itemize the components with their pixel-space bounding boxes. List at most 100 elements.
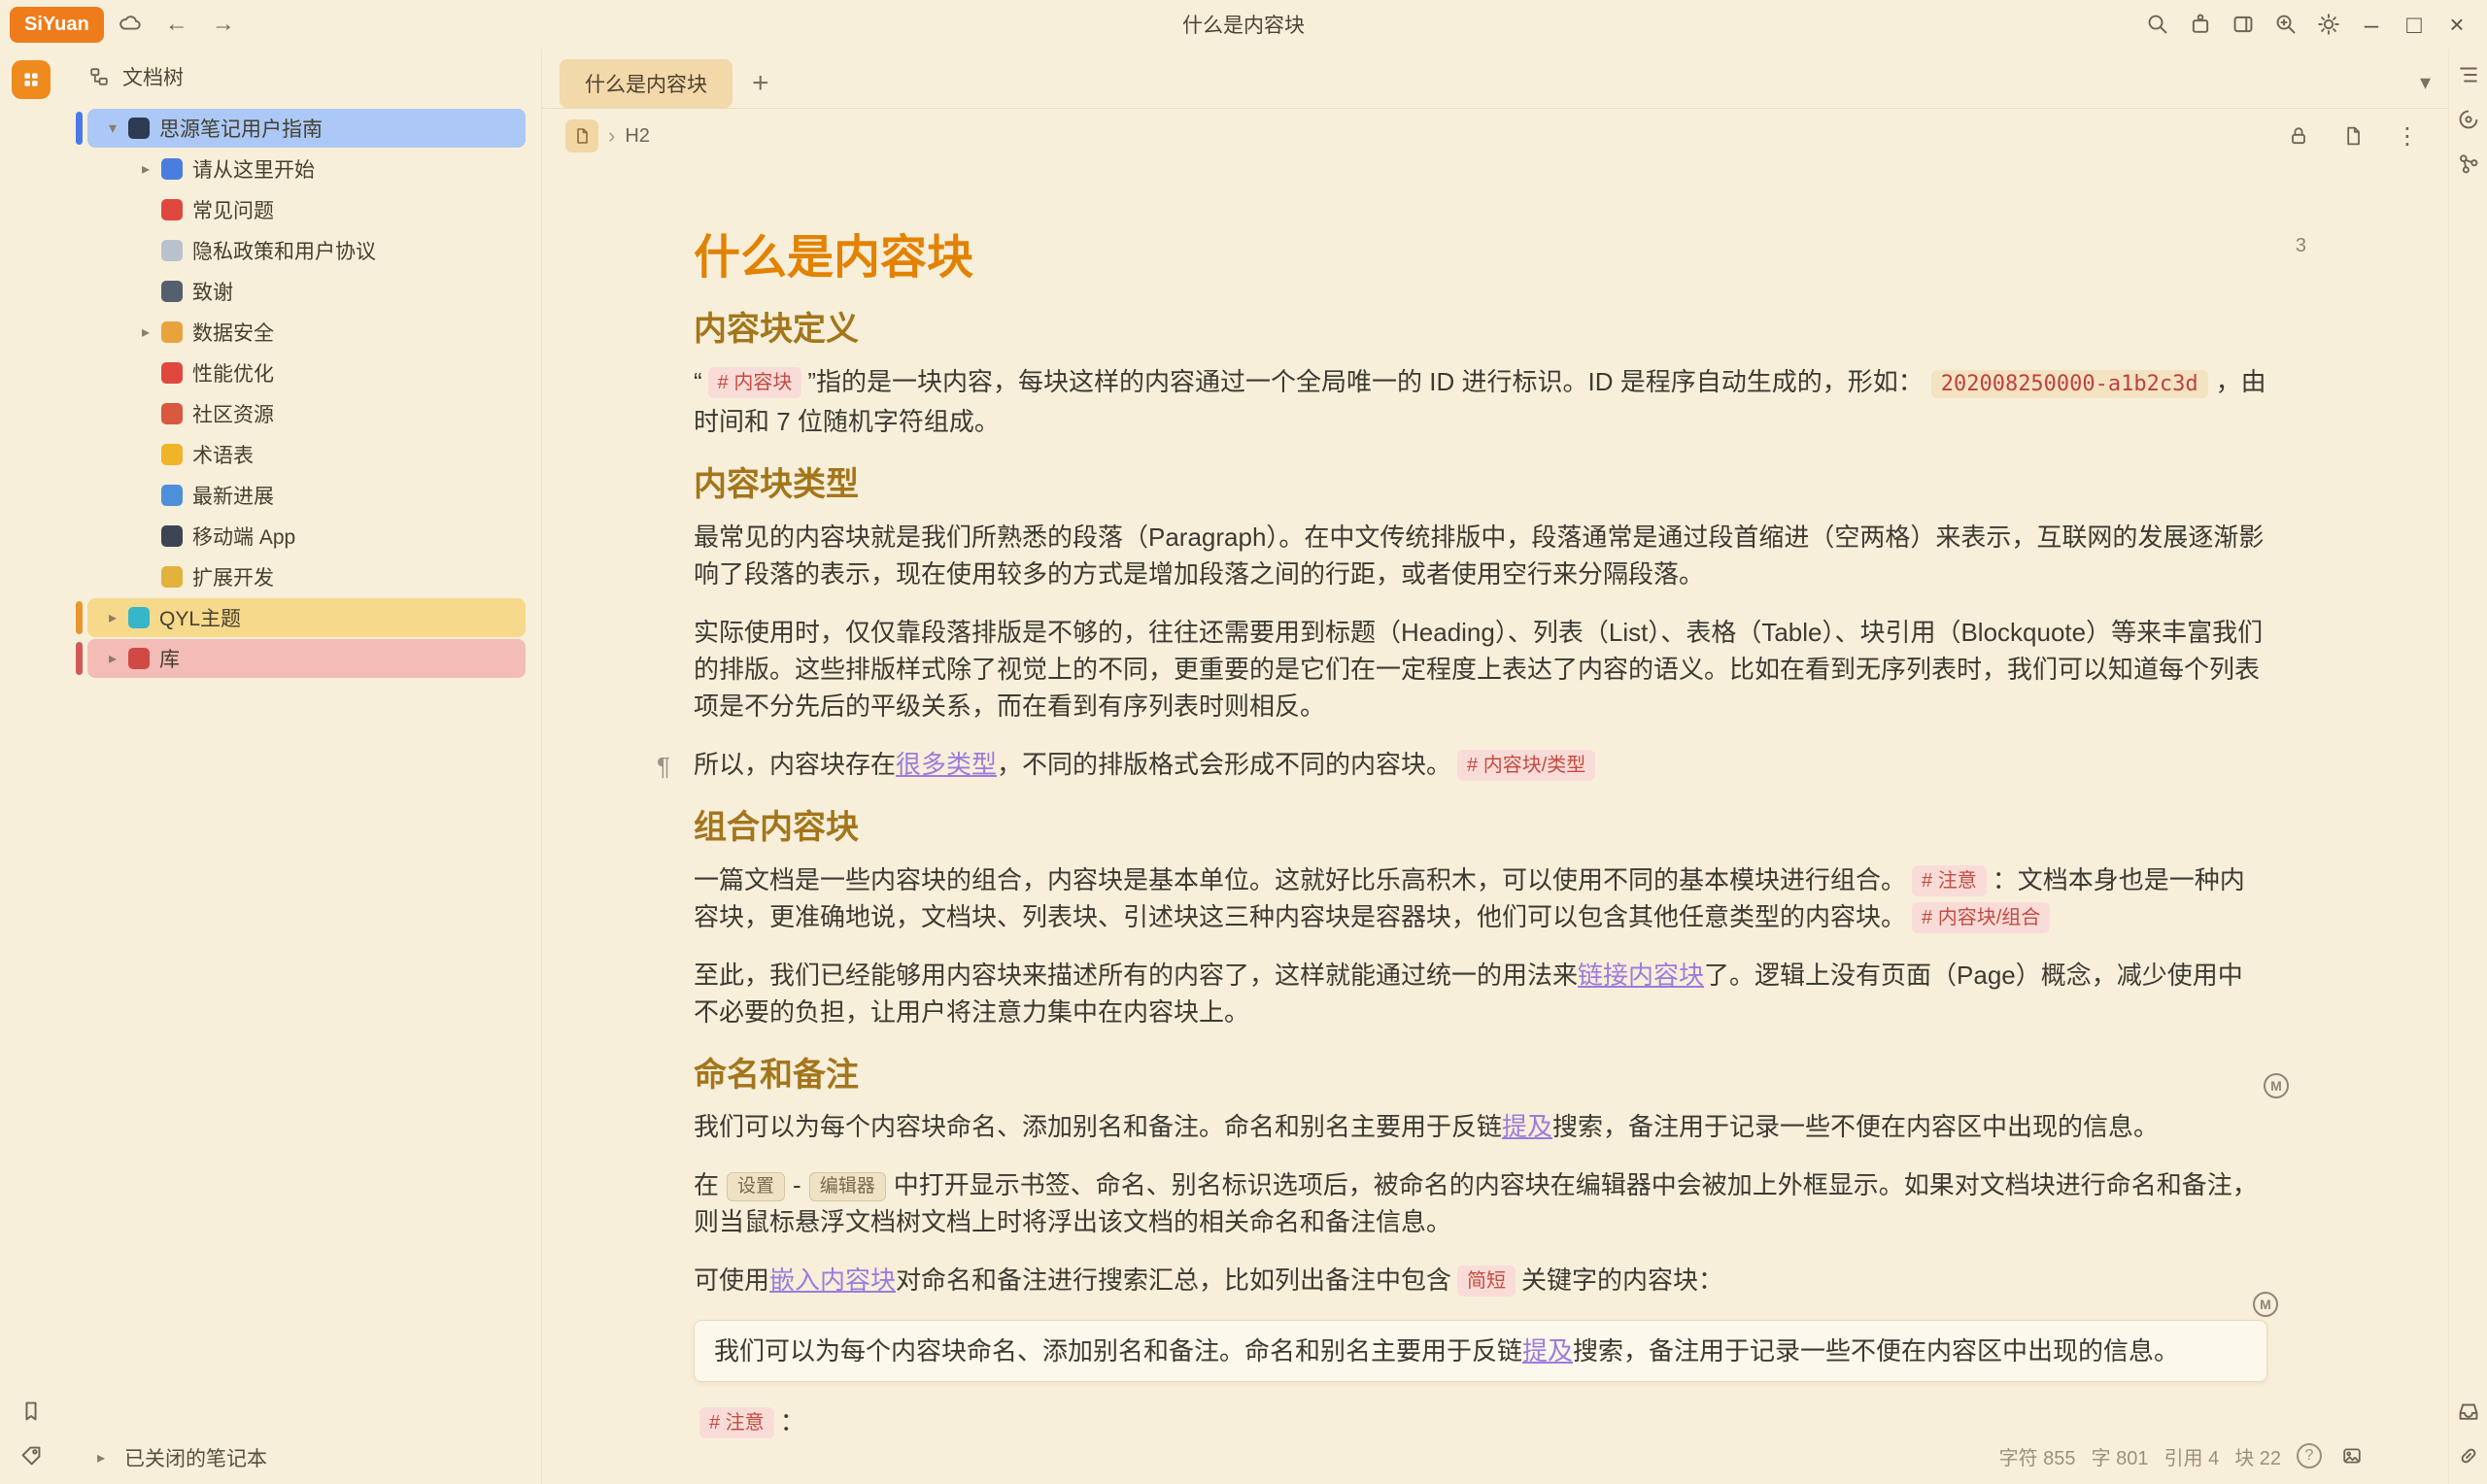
memo-badge[interactable]: M [2253, 1292, 2278, 1317]
doc-label: 移动端 App [192, 522, 295, 551]
readonly-lock-icon[interactable] [2281, 118, 2316, 153]
bookmark-icon[interactable] [18, 1399, 44, 1424]
chevron-down-icon[interactable]: ▾ [2420, 70, 2431, 95]
paragraph-block[interactable]: ¶ 所以，内容块存在很多类型，不同的排版格式会形成不同的内容块。# 内容块/类型 [694, 746, 2267, 783]
workspace-icon[interactable] [12, 60, 51, 99]
tag-note[interactable]: # 注意 [699, 1407, 774, 1438]
zoom-icon[interactable] [2266, 5, 2306, 44]
graph-icon[interactable] [2456, 152, 2481, 177]
paragraph-block[interactable]: 一篇文档是一些内容块的组合，内容块是基本单位。这就好比乐高积木，可以使用不同的基… [694, 861, 2267, 935]
heading-naming-memo: 命名和备注 [694, 1056, 2267, 1096]
paragraph-block[interactable]: 在设置-编辑器中打开显示书签、命名、别名标识选项后，被命名的内容块在编辑器中会被… [694, 1166, 2267, 1240]
embed-block[interactable]: M 我们可以为每个内容块命名、添加别名和备注。命名和别名主要用于反链提及搜索，备… [694, 1320, 2267, 1382]
help-icon[interactable]: ? [2297, 1443, 2322, 1468]
tab-label: 什么是内容块 [585, 74, 707, 96]
notebook-emoji-icon [128, 607, 150, 628]
tab-active[interactable]: 什么是内容块 [560, 59, 732, 108]
doc-tree-item[interactable]: ▸ 请从这里开始 [87, 150, 526, 188]
chevron-right-icon[interactable]: ▸ [132, 159, 159, 179]
notebook-library[interactable]: ▸ 库 [87, 639, 526, 678]
breadcrumb-heading-segment[interactable]: H2 [625, 125, 650, 148]
doc-label: 数据安全 [192, 318, 274, 347]
paragraph-block[interactable]: M 我们可以为每个内容块命名、添加别名和备注。命名和别名主要用于反链提及搜索，备… [694, 1108, 2267, 1145]
stat-words: 字 801 [2092, 1442, 2149, 1470]
outline-icon[interactable] [2456, 62, 2481, 87]
doc-emoji-icon [161, 362, 183, 384]
tag-content-block[interactable]: # 内容块 [708, 367, 802, 398]
appearance-theme-icon[interactable] [2308, 5, 2349, 44]
doc-emoji-icon [161, 281, 183, 302]
tag-block-combine[interactable]: # 内容块/组合 [1912, 902, 2050, 933]
text: - [793, 1170, 801, 1199]
tag-short[interactable]: 简短 [1457, 1265, 1516, 1297]
paragraph-block[interactable]: 实际使用时，仅仅靠段落排版是不够的，往往还需要用到标题（Heading）、列表（… [694, 614, 2267, 725]
text: 搜索，备注用于记录一些不便在内容区中出现的信息。 [1552, 1112, 2159, 1141]
paragraph-block[interactable]: 最常见的内容块就是我们所熟悉的段落（Paragraph）。在中文传统排版中，段落… [694, 519, 2267, 592]
doc-tree-item[interactable]: 隐私政策和用户协议 [87, 231, 526, 270]
doc-tree-item[interactable]: 最新进展 [87, 476, 526, 515]
paragraph-block[interactable]: # 注意： [694, 1403, 2267, 1440]
memo-badge[interactable]: M [2264, 1073, 2289, 1098]
editor[interactable]: 什么是内容块 3 内容块定义 “# 内容块”指的是一块内容，每块这样的内容通过一… [542, 163, 2448, 1484]
closed-notebooks-toggle[interactable]: ▸ 已关闭的笔记本 [62, 1432, 541, 1484]
text: “ [694, 367, 702, 396]
doc-tree-item[interactable]: 移动端 App [87, 517, 526, 556]
doc-emoji-icon [161, 444, 183, 465]
doc-tree-item[interactable]: 术语表 [87, 435, 526, 474]
breadcrumb-doc-icon[interactable] [565, 119, 598, 152]
paragraph-block[interactable]: 至此，我们已经能够用内容块来描述所有的内容了，这样就能通过统一的用法来链接内容块… [694, 957, 2267, 1030]
more-options-icon[interactable]: ⋮ [2390, 118, 2425, 153]
tag-note[interactable]: # 注意 [1912, 865, 1987, 896]
doc-file-icon[interactable] [2335, 118, 2370, 153]
ref-count-badge[interactable]: 3 [2296, 235, 2306, 257]
chevron-right-icon[interactable]: ▸ [132, 322, 159, 342]
doc-emoji-icon [161, 485, 183, 506]
chevron-down-icon[interactable]: ▾ [99, 118, 126, 138]
search-icon[interactable] [2137, 5, 2178, 44]
panel-layout-icon[interactable] [2223, 5, 2264, 44]
minimize-icon[interactable]: – [2351, 5, 2392, 44]
paragraph-block[interactable]: “# 内容块”指的是一块内容，每块这样的内容通过一个全局唯一的 ID 进行标识。… [694, 363, 2267, 440]
maximize-icon[interactable]: □ [2394, 5, 2435, 44]
link-icon[interactable] [2456, 1443, 2481, 1468]
window-title: 什么是内容块 [1182, 10, 1305, 39]
siyuan-logo-button[interactable]: SiYuan [10, 7, 104, 43]
backlink-icon[interactable] [2456, 107, 2481, 132]
ref-link-mention[interactable]: 提及 [1522, 1336, 1573, 1366]
close-icon[interactable]: × [2436, 5, 2477, 44]
doc-tree-item[interactable]: ▸ 数据安全 [87, 313, 526, 352]
doc-tree-item[interactable]: 常见问题 [87, 190, 526, 229]
ref-link-mention[interactable]: 提及 [1502, 1112, 1552, 1141]
doc-emoji-icon [161, 240, 183, 261]
text: 至此，我们已经能够用内容块来描述所有的内容了，这样就能通过统一的用法来 [694, 961, 1578, 990]
notebook-user-guide[interactable]: ▾ 思源笔记用户指南 [87, 109, 526, 148]
chevron-right-icon: ▸ [87, 1448, 115, 1467]
ref-link-link-blocks[interactable]: 链接内容块 [1578, 961, 1704, 990]
heading-combine-blocks: 组合内容块 [694, 808, 2267, 848]
text: ： [780, 1407, 805, 1436]
doc-tree-item[interactable]: 性能优化 [87, 354, 526, 392]
image-export-icon[interactable] [2337, 1441, 2367, 1470]
new-tab-icon[interactable]: + [752, 67, 769, 100]
notebook-emoji-icon [128, 648, 150, 669]
doc-label: 术语表 [192, 440, 254, 469]
ref-link-many-types[interactable]: 很多类型 [896, 750, 997, 779]
inbox-icon[interactable] [2456, 1399, 2481, 1424]
tag-block-type[interactable]: # 内容块/类型 [1457, 750, 1595, 781]
doc-emoji-icon [161, 158, 183, 180]
cloud-sync-icon[interactable] [110, 5, 151, 44]
doc-tree-item[interactable]: 致谢 [87, 272, 526, 311]
kbd-editor: 编辑器 [809, 1172, 886, 1201]
chevron-right-icon[interactable]: ▸ [99, 608, 126, 627]
chevron-right-icon[interactable]: ▸ [99, 649, 126, 668]
ref-link-embed-block[interactable]: 嵌入内容块 [769, 1265, 896, 1295]
notebook-qyl-theme[interactable]: ▸ QYL主题 [87, 598, 526, 637]
forward-icon[interactable]: → [203, 5, 244, 44]
doc-tree-item[interactable]: 扩展开发 [87, 557, 526, 596]
marketplace-icon[interactable] [2180, 5, 2221, 44]
back-icon[interactable]: ← [156, 5, 197, 44]
doc-tree-item[interactable]: 社区资源 [87, 394, 526, 433]
tag-icon[interactable] [18, 1443, 44, 1468]
paragraph-block[interactable]: 可使用嵌入内容块对命名和备注进行搜索汇总，比如列出备注中包含简短关键字的内容块： [694, 1262, 2267, 1298]
notebook-emoji-icon [128, 118, 150, 139]
